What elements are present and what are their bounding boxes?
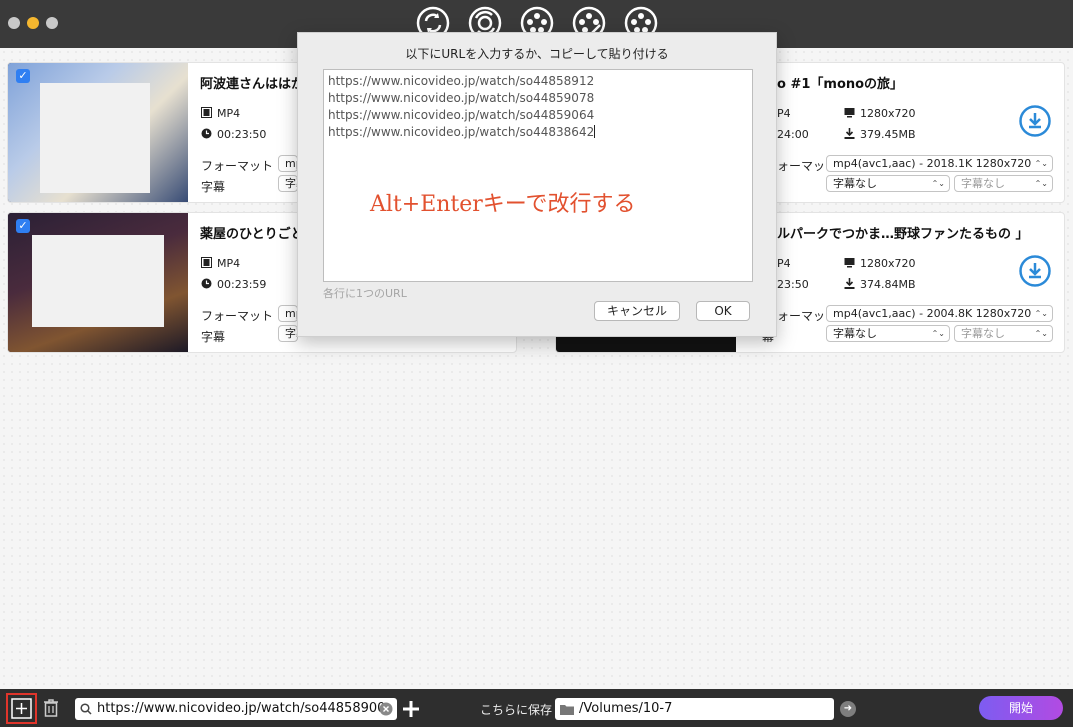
arrow-right-icon[interactable]: ➜ <box>840 701 856 717</box>
format-text: MP4 <box>217 107 241 120</box>
subtitle-select[interactable]: 字幕なし ⌃⌄ <box>826 175 950 192</box>
subtitle-label: 字幕 <box>201 180 226 194</box>
ok-button[interactable]: OK <box>696 301 750 321</box>
format-select[interactable]: mp4(avc1,aac) - 2004.8K 1280x720 ⌃⌄ <box>826 305 1053 322</box>
size-text: 374.84MB <box>860 278 916 291</box>
url-input-value: https://www.nicovideo.jp/watch/so4485890… <box>97 701 386 716</box>
format-label: フォーマット <box>201 159 274 173</box>
clock-icon <box>201 128 212 139</box>
size-meta: 379.45MB <box>844 128 916 141</box>
subtitle-select-secondary[interactable]: 字幕なし ⌃⌄ <box>954 325 1053 342</box>
url-line: https://www.nicovideo.jp/watch/so4485907… <box>328 91 595 105</box>
select-checkbox[interactable]: ✓ <box>16 69 30 83</box>
video-title: 薬屋のひとりごと <box>200 227 304 242</box>
close-window-button[interactable] <box>8 17 20 29</box>
select-checkbox[interactable]: ✓ <box>16 219 30 233</box>
duration-text: 00:23:59 <box>217 278 267 291</box>
subtitle-select[interactable]: 字幕なし ⌃⌄ <box>826 325 950 342</box>
dialog-hint: 各行に1つのURL <box>323 287 407 300</box>
bottom-toolbar: https://www.nicovideo.jp/watch/so4485890… <box>0 689 1073 727</box>
format-select[interactable]: mp <box>278 155 298 172</box>
format-text: MP4 <box>217 257 241 270</box>
search-icon <box>80 703 92 715</box>
start-button[interactable]: 開始 <box>979 696 1063 720</box>
clear-icon[interactable] <box>379 702 393 716</box>
video-title: ルパークでつかま…野球ファンたるもの 」 <box>777 227 1029 242</box>
duration-text: 00:23:50 <box>217 128 267 141</box>
zoom-window-button[interactable] <box>46 17 58 29</box>
save-path-text: /Volumes/10-7 <box>579 701 673 716</box>
download-icon[interactable] <box>1019 255 1051 287</box>
duration-text: 23:50 <box>777 278 809 291</box>
video-thumbnail[interactable]: ✓ <box>8 63 188 202</box>
cancel-button[interactable]: キャンセル <box>594 301 680 321</box>
video-thumbnail[interactable]: ✓ <box>8 213 188 352</box>
film-icon <box>201 107 212 118</box>
format-label: フォーマット <box>201 309 274 323</box>
monitor-icon <box>844 258 855 268</box>
format-meta: MP4 <box>201 257 240 270</box>
folder-icon <box>560 705 574 715</box>
video-title: o #1「monoの旅」 <box>777 77 904 92</box>
format-text: P4 <box>777 257 791 270</box>
format-select[interactable]: mp <box>278 305 298 322</box>
download-size-icon <box>844 278 855 289</box>
size-meta: 374.84MB <box>844 278 916 291</box>
size-text: 379.45MB <box>860 128 916 141</box>
url-line: https://www.nicovideo.jp/watch/so4485906… <box>328 108 595 122</box>
download-icon[interactable] <box>1019 105 1051 137</box>
url-line: https://www.nicovideo.jp/watch/so4483864… <box>328 125 596 139</box>
url-input-dialog: 以下にURLを入力するか、コピーして貼り付ける https://www.nico… <box>297 32 777 337</box>
resolution-meta: 1280x720 <box>844 257 916 270</box>
monitor-icon <box>844 108 855 118</box>
plus-square-icon <box>11 698 32 719</box>
url-input[interactable]: https://www.nicovideo.jp/watch/so4485890… <box>75 698 397 720</box>
format-text: P4 <box>777 107 791 120</box>
resolution-text: 1280x720 <box>860 107 916 120</box>
resolution-meta: 1280x720 <box>844 107 916 120</box>
plus-icon[interactable] <box>401 699 421 719</box>
url-line: https://www.nicovideo.jp/watch/so4485891… <box>328 74 595 88</box>
duration-text: 24:00 <box>777 128 809 141</box>
trash-icon[interactable] <box>41 698 61 718</box>
save-path-field[interactable]: /Volumes/10-7 <box>555 698 834 720</box>
resolution-text: 1280x720 <box>860 257 916 270</box>
download-size-icon <box>844 128 855 139</box>
format-meta: MP4 <box>201 107 240 120</box>
url-textarea[interactable]: https://www.nicovideo.jp/watch/so4485891… <box>323 69 753 282</box>
subtitle-label: 字幕 <box>201 330 226 344</box>
film-icon <box>201 257 212 268</box>
text-cursor <box>594 125 596 138</box>
subtitle-select[interactable]: 字幕 <box>278 325 298 342</box>
duration-meta: 00:23:50 <box>201 128 266 141</box>
clock-icon <box>201 278 212 289</box>
annotation-text: Alt+Enterキーで改行する <box>370 192 636 217</box>
dialog-title: 以下にURLを入力するか、コピーして貼り付ける <box>405 47 669 61</box>
subtitle-select-secondary[interactable]: 字幕なし ⌃⌄ <box>954 175 1053 192</box>
duration-meta: 00:23:59 <box>201 278 266 291</box>
subtitle-select[interactable]: 字幕 <box>278 175 298 192</box>
minimize-window-button[interactable] <box>27 17 39 29</box>
format-select[interactable]: mp4(avc1,aac) - 2018.1K 1280x720 ⌃⌄ <box>826 155 1053 172</box>
add-url-button[interactable] <box>6 693 37 724</box>
save-location-label: こちらに保存 <box>480 703 553 717</box>
video-title: 阿波連さんははか <box>200 77 305 92</box>
